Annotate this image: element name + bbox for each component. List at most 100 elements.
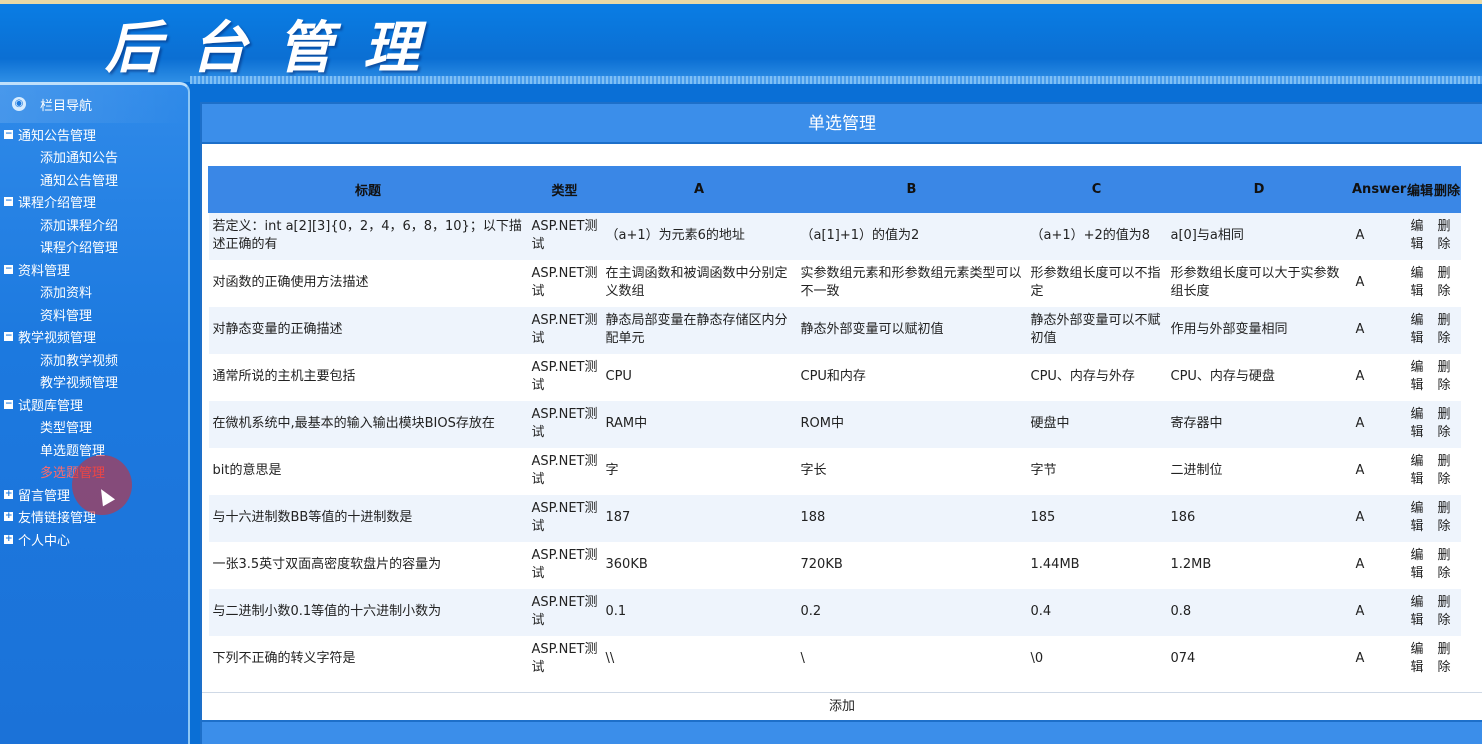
sidebar-item[interactable]: 资料管理 [0, 303, 188, 326]
option-d: CPU、内存与硬盘 [1166, 353, 1352, 401]
edit-cell: 编辑 [1406, 494, 1434, 542]
col-title: 标题 [208, 166, 528, 213]
panel-title: 单选管理 [202, 104, 1482, 144]
sidebar-group[interactable]: − 试题库管理 [0, 393, 188, 416]
option-a: 360KB [601, 541, 797, 589]
sidebar-item[interactable]: 添加通知公告 [0, 146, 188, 169]
table-row: 若定义：int a[2][3]{0，2，4，6，8，10}；以下描述正确的有 AS… [208, 212, 1461, 260]
question-type: ASP.NET测试 [527, 400, 602, 448]
sidebar-group-label: 教学视频管理 [18, 331, 97, 347]
sidebar-group[interactable]: + 留言管理 [0, 483, 188, 506]
add-button[interactable]: 添加 [202, 692, 1482, 720]
sidebar-group-label: 留言管理 [18, 488, 71, 504]
delete-cell: 删除 [1433, 494, 1461, 542]
sidebar-group[interactable]: + 个人中心 [0, 528, 188, 551]
sidebar-group-label: 试题库管理 [18, 398, 84, 414]
site-title: 后台管理 [105, 15, 449, 81]
option-b: 720KB [796, 541, 1027, 589]
sidebar-item[interactable]: 多选题管理 [0, 461, 188, 484]
option-b: （a[1]+1）的值为2 [796, 212, 1027, 260]
question-type: ASP.NET测试 [527, 353, 602, 401]
delete-link[interactable]: 删除 [1438, 312, 1452, 348]
col-answer: Answer [1351, 166, 1407, 213]
table-row: 下列不正确的转义字符是 ASP.NET测试 \\ \ \0 074 A 编辑 删除 [208, 635, 1461, 683]
option-b: 字长 [796, 447, 1027, 495]
sidebar-item[interactable]: 单选题管理 [0, 438, 188, 461]
table-row: 对静态变量的正确描述 ASP.NET测试 静态局部变量在静态存储区内分配单元 静态外部… [208, 306, 1461, 354]
delete-link[interactable]: 删除 [1438, 218, 1452, 254]
sidebar-group[interactable]: − 教学视频管理 [0, 326, 188, 349]
edit-link[interactable]: 编辑 [1411, 265, 1425, 301]
option-b: ROM中 [796, 400, 1027, 448]
edit-cell: 编辑 [1406, 635, 1434, 683]
delete-link[interactable]: 删除 [1438, 500, 1452, 536]
sidebar-heading-label: 栏目导航 [40, 98, 93, 114]
sidebar-group[interactable]: − 课程介绍管理 [0, 191, 188, 214]
sidebar-group[interactable]: − 通知公告管理 [0, 123, 188, 146]
delete-link[interactable]: 删除 [1438, 359, 1452, 395]
option-a: 在主调函数和被调函数中分别定义数组 [601, 259, 797, 307]
edit-cell: 编辑 [1406, 447, 1434, 495]
expand-icon[interactable]: + [4, 534, 13, 544]
option-b: 实参数组元素和形参数组元素类型可以不一致 [796, 259, 1027, 307]
delete-cell: 删除 [1433, 212, 1461, 260]
question-title: 对函数的正确使用方法描述 [208, 259, 528, 307]
edit-cell: 编辑 [1406, 400, 1434, 448]
option-a: （a+1）为元素6的地址 [601, 212, 797, 260]
edit-cell: 编辑 [1406, 588, 1434, 636]
option-c: 1.44MB [1026, 541, 1167, 589]
delete-link[interactable]: 删除 [1438, 406, 1452, 442]
collapse-icon[interactable]: − [4, 197, 13, 207]
edit-link[interactable]: 编辑 [1411, 218, 1425, 254]
delete-cell: 删除 [1433, 635, 1461, 683]
table-row: 通常所说的主机主要包括 ASP.NET测试 CPU CPU和内存 CPU、内存与外存 CP… [208, 353, 1461, 401]
delete-link[interactable]: 删除 [1438, 641, 1452, 677]
edit-link[interactable]: 编辑 [1411, 594, 1425, 630]
collapse-icon[interactable]: − [4, 399, 13, 409]
answer: A [1351, 541, 1407, 589]
delete-link[interactable]: 删除 [1438, 453, 1452, 489]
sidebar-item[interactable]: 类型管理 [0, 416, 188, 439]
edit-link[interactable]: 编辑 [1411, 312, 1425, 348]
delete-link[interactable]: 删除 [1438, 547, 1452, 583]
panel-footer [202, 720, 1482, 744]
expand-icon[interactable]: + [4, 512, 13, 522]
edit-link[interactable]: 编辑 [1411, 359, 1425, 395]
question-title: 若定义：int a[2][3]{0，2，4，6，8，10}；以下描述正确的有 [208, 212, 528, 260]
collapse-icon[interactable]: − [4, 332, 13, 342]
sidebar-item[interactable]: 添加教学视频 [0, 348, 188, 371]
table-row: 在微机系统中,最基本的输入输出模块BIOS存放在 ASP.NET测试 RAM中 ROM… [208, 400, 1461, 448]
expand-icon[interactable]: + [4, 489, 13, 499]
answer: A [1351, 400, 1407, 448]
collapse-icon[interactable]: − [4, 264, 13, 274]
delete-link[interactable]: 删除 [1438, 265, 1452, 301]
table-row: 一张3.5英寸双面高密度软盘片的容量为 ASP.NET测试 360KB 720KB 1.… [208, 541, 1461, 589]
option-d: 0.8 [1166, 588, 1352, 636]
edit-link[interactable]: 编辑 [1411, 453, 1425, 489]
sidebar-group[interactable]: + 友情链接管理 [0, 506, 188, 529]
option-c: CPU、内存与外存 [1026, 353, 1167, 401]
table-header-row: 标题 类型 A B C D Answer 编辑 删除 [208, 166, 1461, 213]
question-type: ASP.NET测试 [527, 494, 602, 542]
delete-cell: 删除 [1433, 447, 1461, 495]
col-edit: 编辑 [1406, 166, 1434, 213]
collapse-icon[interactable]: − [4, 129, 13, 139]
option-d: 二进制位 [1166, 447, 1352, 495]
question-type: ASP.NET测试 [527, 541, 602, 589]
edit-link[interactable]: 编辑 [1411, 641, 1425, 677]
option-d: 1.2MB [1166, 541, 1352, 589]
option-a: \\ [601, 635, 797, 683]
edit-link[interactable]: 编辑 [1411, 547, 1425, 583]
edit-cell: 编辑 [1406, 541, 1434, 589]
sidebar-item[interactable]: 添加资料 [0, 281, 188, 304]
sidebar-item[interactable]: 添加课程介绍 [0, 213, 188, 236]
sidebar-item[interactable]: 通知公告管理 [0, 168, 188, 191]
option-c: \0 [1026, 635, 1167, 683]
question-type: ASP.NET测试 [527, 259, 602, 307]
sidebar-item[interactable]: 课程介绍管理 [0, 236, 188, 259]
delete-link[interactable]: 删除 [1438, 594, 1452, 630]
sidebar-item[interactable]: 教学视频管理 [0, 371, 188, 394]
edit-link[interactable]: 编辑 [1411, 500, 1425, 536]
sidebar-group[interactable]: − 资料管理 [0, 258, 188, 281]
edit-link[interactable]: 编辑 [1411, 406, 1425, 442]
